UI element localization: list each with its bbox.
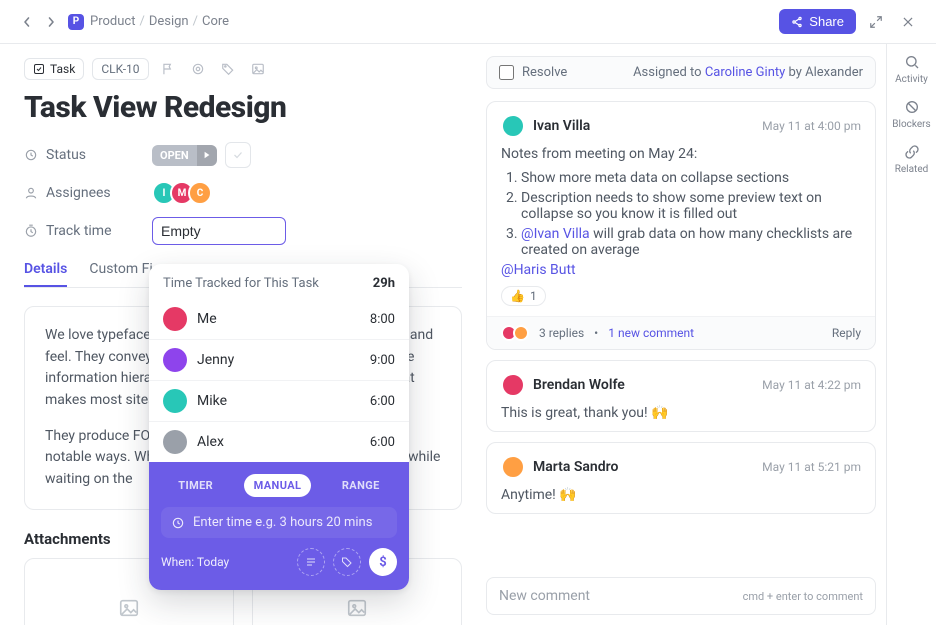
task-id-pill[interactable]: CLK-10 [92, 58, 148, 80]
avatar [501, 455, 525, 479]
resolve-bar: Resolve Assigned to Caroline Ginty by Al… [486, 56, 876, 89]
time-tracked-popover: Time Tracked for This Task 29h Me 8:00 J… [149, 264, 409, 590]
breadcrumb: Product / Design / Core [90, 14, 229, 29]
manual-time-placeholder: Enter time e.g. 3 hours 20 mins [193, 515, 372, 530]
comment-item: Description needs to show some preview t… [521, 190, 861, 222]
complete-toggle[interactable] [225, 142, 251, 168]
avatar [163, 348, 187, 372]
time-tracked-title: Time Tracked for This Task [163, 276, 319, 291]
comment-author: Ivan Villa [533, 118, 590, 134]
comment-time: May 11 at 4:22 pm [762, 378, 861, 392]
share-button[interactable]: Share [779, 9, 856, 34]
resolve-label: Resolve [522, 65, 567, 80]
time-tracked-row[interactable]: Mike 6:00 [149, 380, 409, 421]
billable-toggle[interactable]: $ [369, 548, 397, 576]
repliers-avatars [501, 325, 529, 341]
manual-time-input[interactable]: Enter time e.g. 3 hours 20 mins [161, 507, 397, 538]
avatar [163, 307, 187, 331]
time-tracked-row[interactable]: Me 8:00 [149, 299, 409, 339]
comment-item: Show more meta data on collapse sections [521, 170, 861, 186]
status-value: OPEN [152, 145, 197, 166]
comment-time: May 11 at 4:00 pm [762, 119, 861, 133]
image-icon[interactable] [247, 58, 269, 80]
task-type-label: Task [50, 62, 75, 76]
comment-item: @Ivan Villa will grab data on how many c… [521, 226, 861, 258]
time-tracked-total: 29h [373, 276, 395, 291]
reaction-emoji: 👍 [510, 289, 525, 303]
status-chip[interactable]: OPEN [152, 145, 217, 166]
nav-back-button[interactable] [16, 11, 38, 33]
reaction-count: 1 [530, 289, 537, 303]
resolve-checkbox[interactable] [499, 65, 514, 80]
collapse-icon[interactable] [864, 10, 888, 34]
close-icon[interactable] [896, 10, 920, 34]
rail-related[interactable]: Related [895, 144, 929, 175]
crumb-core[interactable]: Core [202, 14, 229, 29]
target-icon[interactable] [187, 58, 209, 80]
assignees-field-label: Assignees [24, 185, 152, 201]
comment-author: Brendan Wolfe [533, 377, 625, 393]
new-comment-placeholder: New comment [499, 588, 590, 604]
comment-body: Anytime! 🙌 [501, 487, 861, 503]
tag-icon[interactable] [333, 548, 361, 576]
mention-link[interactable]: @Ivan Villa [521, 226, 590, 242]
task-id-text: CLK-10 [101, 62, 139, 76]
new-comment-hint: cmd + enter to comment [743, 590, 863, 603]
page-title: Task View Redesign [24, 90, 462, 125]
time-tracked-row[interactable]: Jenny 9:00 [149, 339, 409, 380]
comment-card: Brendan Wolfe May 11 at 4:22 pm This is … [486, 360, 876, 432]
reply-button[interactable]: Reply [832, 326, 861, 340]
comment-author: Marta Sandro [533, 459, 618, 475]
task-type-pill[interactable]: Task [24, 58, 84, 80]
new-comment-count[interactable]: 1 new comment [608, 326, 694, 340]
avatar: C [188, 181, 212, 205]
workspace-badge: P [68, 14, 84, 30]
avatar [163, 389, 187, 413]
avatar [163, 430, 187, 454]
track-time-input[interactable] [152, 217, 286, 245]
segment-manual[interactable]: MANUAL [244, 474, 312, 497]
rail-blockers[interactable]: Blockers [892, 99, 930, 130]
comment-card: Marta Sandro May 11 at 5:21 pm Anytime! … [486, 442, 876, 514]
comment-body: This is great, thank you! 🙌 [501, 405, 861, 421]
crumb-product[interactable]: Product [90, 14, 135, 29]
tab-details[interactable]: Details [24, 261, 67, 287]
reaction-pill[interactable]: 👍 1 [501, 286, 546, 306]
comment-time: May 11 at 5:21 pm [762, 460, 861, 474]
segment-timer[interactable]: TIMER [168, 474, 223, 497]
mention-link[interactable]: @Haris Butt [501, 262, 576, 278]
new-comment-input[interactable]: New comment cmd + enter to comment [486, 577, 876, 615]
tag-icon[interactable] [217, 58, 239, 80]
avatar [501, 373, 525, 397]
assigned-text: Assigned to Caroline Ginty by Alexander [633, 65, 863, 80]
replies-count[interactable]: 3 replies [539, 326, 584, 340]
assignee-link[interactable]: Caroline Ginty [705, 65, 785, 80]
comment-card: Ivan Villa May 11 at 4:00 pm Notes from … [486, 101, 876, 350]
flag-icon[interactable] [157, 58, 179, 80]
segment-range[interactable]: RANGE [332, 474, 390, 497]
avatar [501, 114, 525, 138]
track-time-field-label: Track time [24, 223, 152, 239]
status-field-label: Status [24, 147, 152, 163]
time-tracked-row[interactable]: Alex 6:00 [149, 421, 409, 462]
share-label: Share [809, 14, 844, 29]
assignees-stack[interactable]: I M C [152, 181, 212, 205]
comment-lead: Notes from meeting on May 24: [501, 146, 861, 162]
note-icon[interactable] [297, 548, 325, 576]
nav-forward-button[interactable] [40, 11, 62, 33]
when-label[interactable]: When: Today [161, 555, 229, 569]
status-advance-icon[interactable] [197, 145, 217, 166]
crumb-design[interactable]: Design [149, 14, 189, 29]
rail-activity[interactable]: Activity [895, 54, 928, 85]
